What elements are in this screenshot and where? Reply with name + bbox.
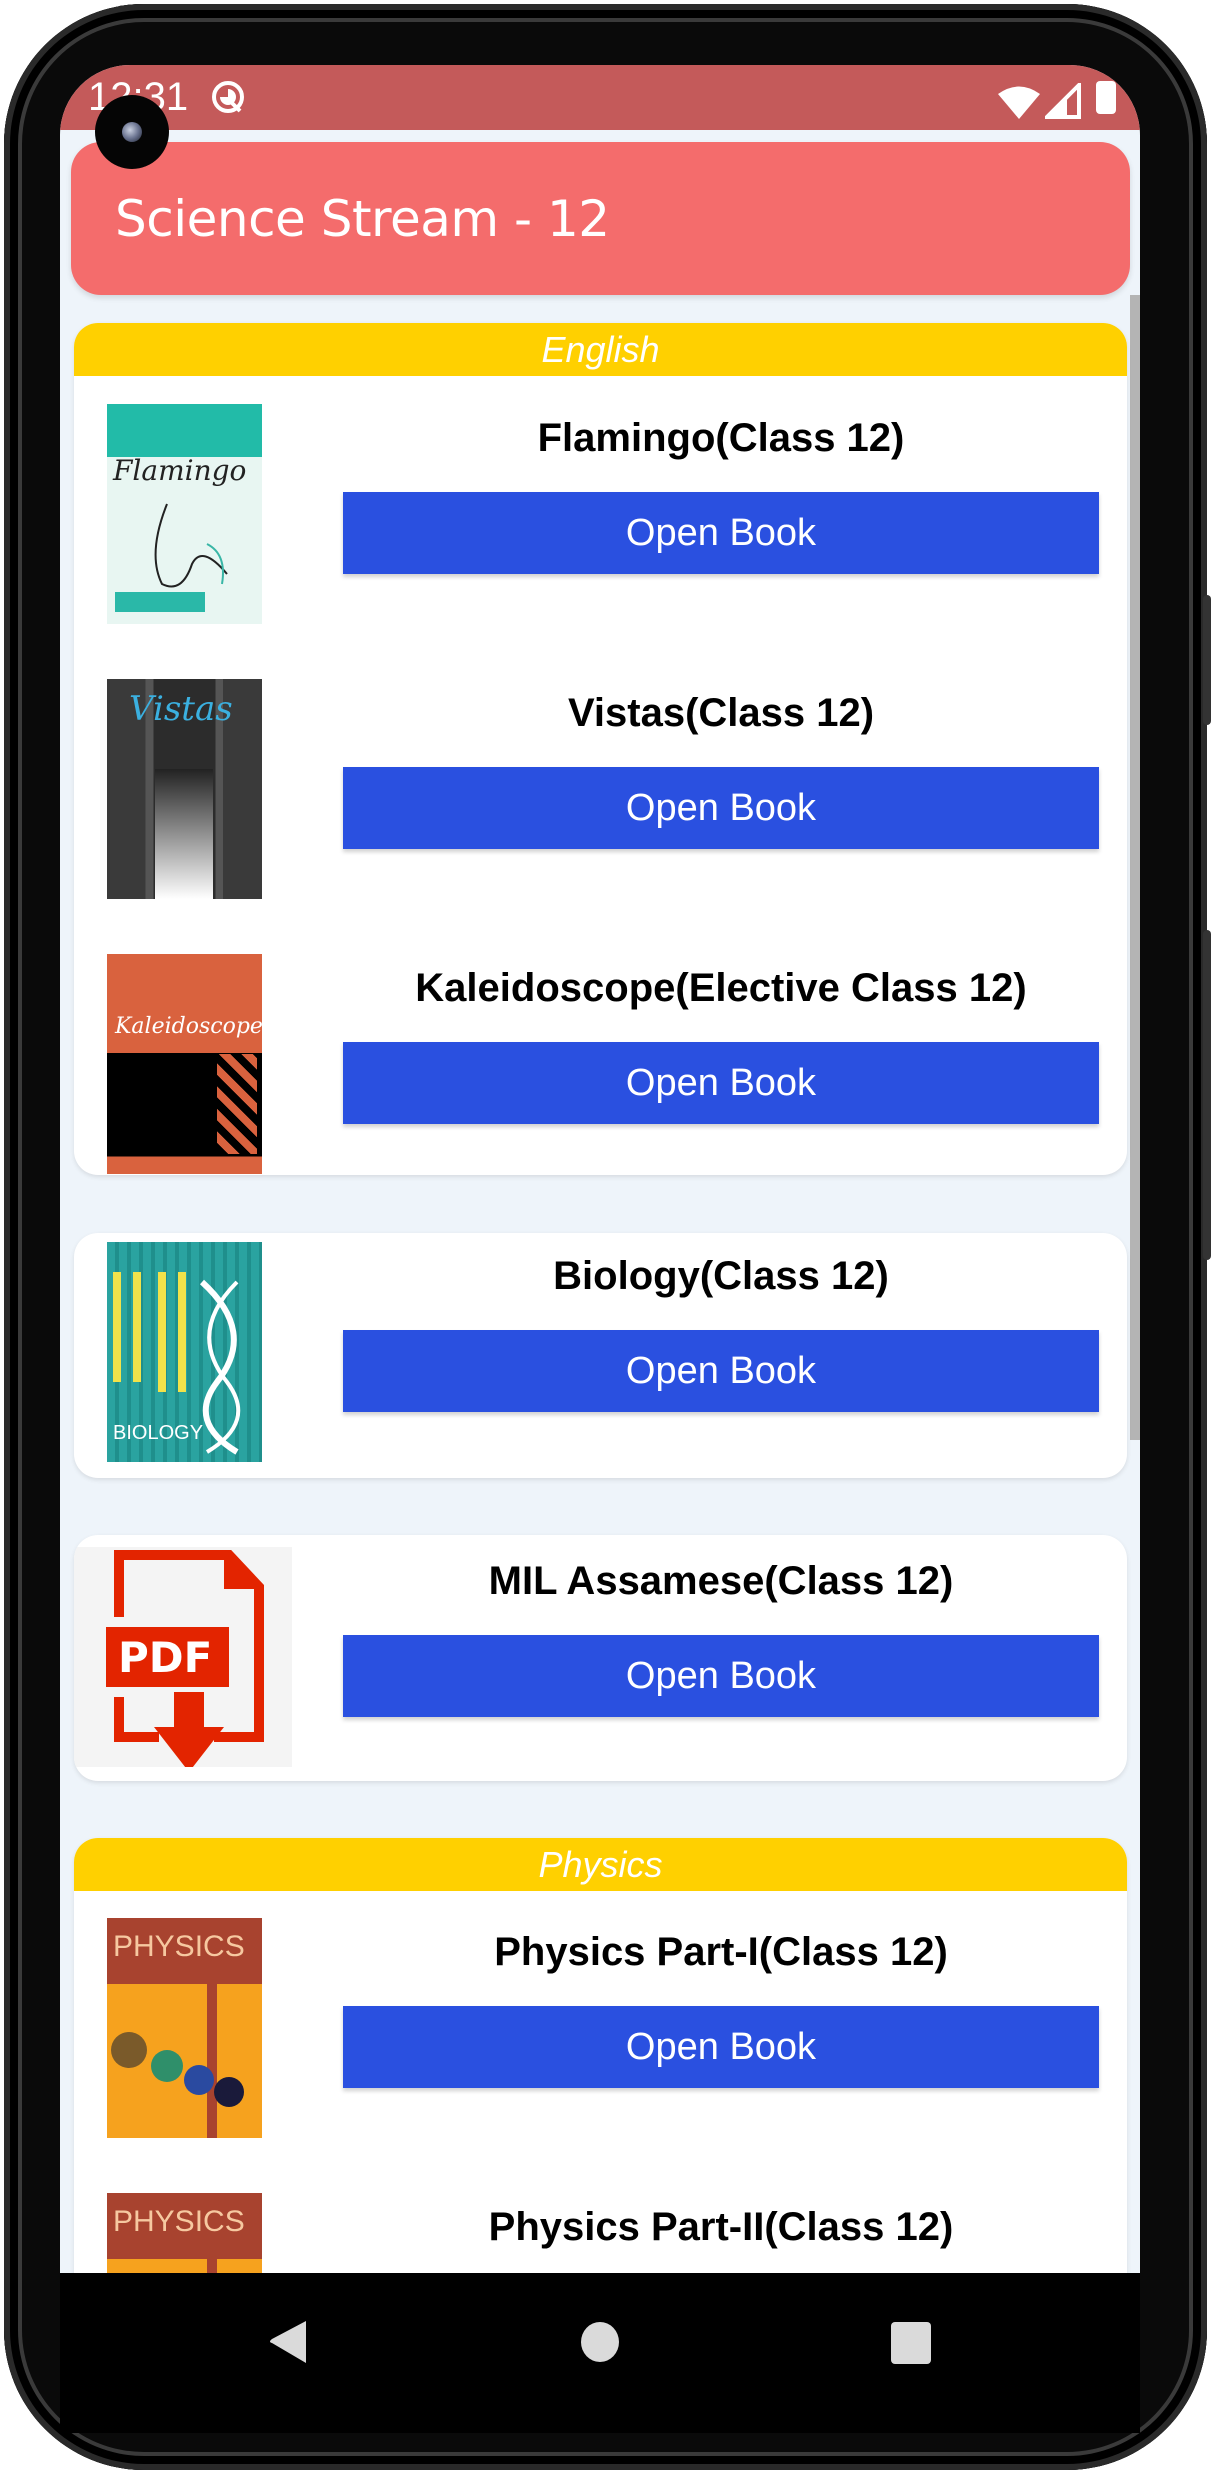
book-title: Flamingo(Class 12) — [537, 416, 905, 460]
book-cover-biology: BIOLOGY — [107, 1242, 262, 1462]
planets-art-icon — [111, 2032, 244, 2107]
open-book-button[interactable]: Open Book — [343, 492, 1099, 574]
recents-icon[interactable] — [890, 2321, 932, 2365]
open-book-button[interactable]: Open Book — [343, 1635, 1099, 1717]
section-card-mil-assamese: PDF MIL Assamese(Class 12) Open Book — [74, 1535, 1127, 1781]
status-bar: 12:31 — [60, 65, 1140, 130]
book-row: BIOLOGY Biology(Class 12) Open Book — [74, 1242, 1127, 1462]
book-row: Vistas Vistas(Class 12) Open Book — [74, 679, 1127, 899]
book-cover-physics-part-1: PHYSICS — [107, 1918, 262, 2138]
pdf-icon: PDF — [74, 1547, 292, 1767]
book-cover-flamingo: Flamingo — [107, 404, 262, 624]
open-book-button[interactable]: Open Book — [343, 1042, 1099, 1124]
book-cover-physics-part-2: PHYSICS — [107, 2193, 262, 2273]
section-label: English — [541, 329, 660, 370]
navigation-bar — [60, 2273, 1140, 2433]
volume-button — [1203, 930, 1211, 1260]
back-icon[interactable] — [268, 2319, 308, 2365]
book-title: Kaleidoscope(Elective Class 12) — [415, 966, 1027, 1010]
flamingo-art-icon — [154, 503, 228, 588]
signal-icon — [1045, 83, 1081, 119]
book-title: Physics Part-I(Class 12) — [494, 1930, 948, 1974]
section-card-physics: Physics PHYSICS Physics Part-I(Class 12)… — [74, 1838, 1127, 2273]
section-label: Physics — [538, 1844, 663, 1885]
book-title: Vistas(Class 12) — [567, 691, 875, 735]
data-saver-icon — [212, 81, 244, 113]
book-row: Kaleidoscope Kaleidoscope(Elective Class… — [74, 954, 1127, 1174]
open-book-button[interactable]: Open Book — [343, 1330, 1099, 1412]
home-icon[interactable] — [580, 2321, 620, 2363]
screen: 12:31 Science Stream - 12 English Flamin… — [60, 65, 1140, 2273]
section-banner: Physics — [74, 1838, 1127, 1891]
book-title: MIL Assamese(Class 12) — [488, 1559, 954, 1603]
section-card-english: English Flamingo Flamingo(Class 12) Open… — [74, 323, 1127, 1175]
front-camera — [95, 95, 169, 169]
book-row: Flamingo Flamingo(Class 12) Open Book — [74, 404, 1127, 624]
section-banner: English — [74, 323, 1127, 376]
battery-icon — [1096, 81, 1116, 114]
page-title: Science Stream - 12 — [115, 190, 610, 248]
book-row: PDF MIL Assamese(Class 12) Open Book — [74, 1547, 1127, 1767]
open-book-button[interactable]: Open Book — [343, 767, 1099, 849]
app-header: Science Stream - 12 — [71, 142, 1130, 295]
power-button — [1203, 595, 1211, 725]
wifi-icon — [998, 86, 1040, 119]
book-row: PHYSICS Physics Part-II(Class 12) Open B… — [74, 2193, 1127, 2273]
book-cover-kaleidoscope: Kaleidoscope — [107, 954, 262, 1174]
book-title: Physics Part-II(Class 12) — [488, 2205, 954, 2249]
book-cover-vistas: Vistas — [107, 679, 262, 899]
book-title: Biology(Class 12) — [553, 1254, 889, 1298]
scrollbar[interactable] — [1130, 295, 1140, 1440]
open-book-button[interactable]: Open Book — [343, 2006, 1099, 2088]
section-card-biology: BIOLOGY Biology(Class 12) Open Book — [74, 1233, 1127, 1478]
book-row: PHYSICS Physics Part-I(Class 12) Open Bo… — [74, 1918, 1127, 2138]
